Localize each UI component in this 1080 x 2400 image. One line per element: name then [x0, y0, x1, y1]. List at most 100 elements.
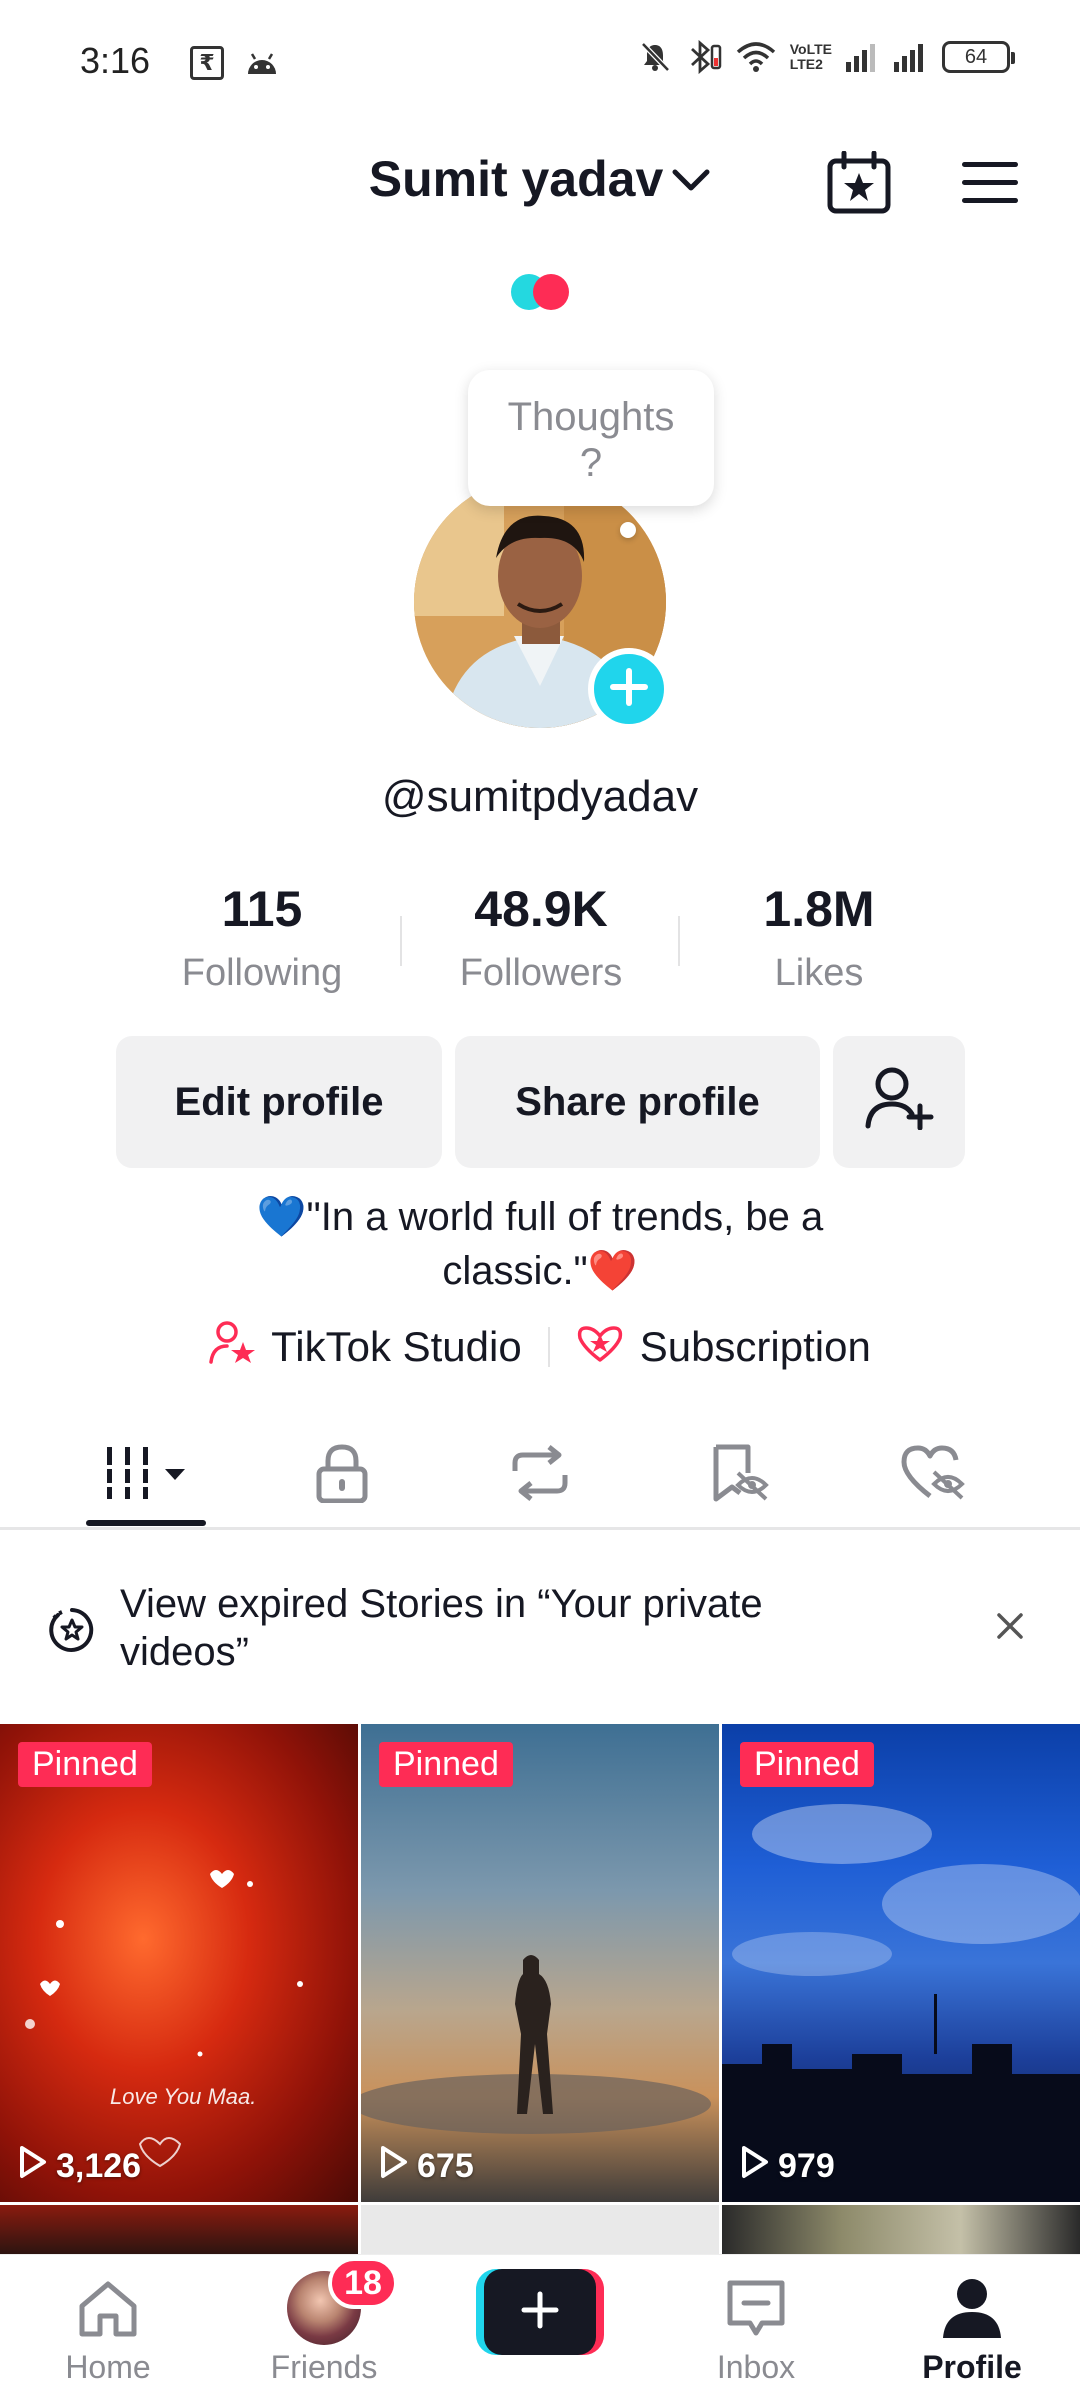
- menu-button[interactable]: [955, 150, 1025, 220]
- profile-bio: 💙"In a world full of trends, be a classi…: [0, 1190, 1080, 1298]
- pinned-badge: Pinned: [740, 1742, 874, 1787]
- lock-icon: [315, 1443, 369, 1508]
- bio-text-2: classic.": [442, 1249, 588, 1293]
- play-icon: [740, 2145, 770, 2188]
- video-thumbnail-partial[interactable]: [0, 2205, 358, 2255]
- video-thumbnail-partial[interactable]: [361, 2205, 719, 2255]
- bio-line-2: classic."❤️: [0, 1244, 1080, 1298]
- red-dot: [533, 274, 569, 310]
- subscription-icon: [576, 1320, 626, 1374]
- calendar-star-button[interactable]: [824, 150, 894, 220]
- edit-profile-button[interactable]: Edit profile: [116, 1036, 442, 1168]
- friends-badge: 18: [328, 2257, 398, 2309]
- add-story-button[interactable]: [588, 648, 670, 730]
- thumbnail-art: [361, 1955, 711, 2134]
- stat-value: 115: [221, 881, 303, 937]
- header-username: Sumit yadav: [368, 151, 664, 207]
- tab-saved[interactable]: [664, 1420, 814, 1530]
- stat-divider: [678, 916, 680, 966]
- profile-tabs: [0, 1420, 1080, 1530]
- video-grid: Love You Maa. Pinned 3,126 Pinned 675 Pi…: [0, 1724, 1080, 2255]
- profile-links: TikTok Studio Subscription: [0, 1320, 1080, 1374]
- bio-text-1: "In a world full of trends, be a: [306, 1195, 824, 1239]
- liked-icon: [900, 1444, 966, 1507]
- volte-label: VoLTE: [789, 41, 832, 57]
- wifi-icon: [736, 40, 776, 74]
- stat-following[interactable]: 115 Following: [142, 880, 382, 995]
- profile-icon: [864, 2273, 1080, 2343]
- signal-1-icon: [846, 42, 880, 72]
- stat-likes[interactable]: 1.8M Likes: [699, 880, 939, 995]
- play-icon: [18, 2145, 48, 2188]
- volte-indicator: VoLTE LTE2: [790, 42, 832, 72]
- video-thumbnail[interactable]: Pinned 979: [722, 1724, 1080, 2202]
- view-count: 3,126: [18, 2145, 141, 2188]
- bottom-nav: Home 18 Friends Inbox Profile: [0, 2254, 1080, 2400]
- thought-text-line1: Thoughts: [507, 395, 675, 439]
- thought-text-line2: ?: [579, 441, 603, 485]
- thought-bubble-tail: [620, 522, 636, 538]
- expired-stories-banner[interactable]: View expired Stories in “Your private vi…: [0, 1536, 1080, 1724]
- create-button[interactable]: [476, 2269, 604, 2355]
- red-heart-emoji: ❤️: [587, 1249, 638, 1293]
- close-banner-button[interactable]: [988, 1606, 1032, 1650]
- calendar-star-icon: [826, 150, 892, 220]
- view-count-value: 3,126: [56, 2147, 142, 2185]
- stat-label: Followers: [459, 952, 623, 994]
- lte-label: LTE2: [789, 56, 823, 72]
- profile-switcher[interactable]: Sumit yadav: [0, 150, 1080, 208]
- close-icon: [995, 1611, 1025, 1646]
- add-friends-button[interactable]: [833, 1036, 965, 1168]
- status-icons: VoLTE LTE2 64: [638, 40, 1015, 74]
- view-count: 979: [740, 2145, 835, 2188]
- add-user-icon: [864, 1064, 934, 1140]
- plus-icon: [607, 665, 651, 714]
- inbox-icon: [648, 2273, 864, 2343]
- stat-value: 1.8M: [763, 881, 875, 937]
- saved-icon: [708, 1443, 770, 1508]
- tiktok-studio-label: TikTok Studio: [271, 1323, 522, 1370]
- home-icon: [0, 2273, 216, 2343]
- nav-inbox[interactable]: Inbox: [648, 2255, 864, 2400]
- thumbnail-art: [722, 1804, 1080, 2202]
- tab-private[interactable]: [267, 1420, 417, 1530]
- video-thumbnail-partial[interactable]: [722, 2205, 1080, 2255]
- thumbnail-art: [25, 1870, 303, 2168]
- story-icon: [48, 1606, 96, 1659]
- play-icon: [379, 2145, 409, 2188]
- pinned-badge: Pinned: [379, 1742, 513, 1787]
- nav-home[interactable]: Home: [0, 2255, 216, 2400]
- stat-label: Likes: [774, 952, 864, 994]
- tiktok-dots-icon: [511, 274, 573, 312]
- stat-label: Following: [181, 952, 343, 994]
- mute-icon: [638, 40, 672, 74]
- thought-bubble[interactable]: Thoughts ?: [468, 370, 714, 506]
- share-profile-button[interactable]: Share profile: [455, 1036, 820, 1168]
- video-thumbnail[interactable]: Pinned 675: [361, 1724, 719, 2202]
- videos-grid-icon: [101, 1443, 191, 1508]
- chevron-down-icon: [671, 150, 711, 208]
- view-count: 675: [379, 2145, 474, 2188]
- tiktok-studio-link[interactable]: TikTok Studio: [183, 1320, 548, 1374]
- nav-friends-label: Friends: [270, 2349, 378, 2385]
- status-bar: 3:16 ₹ VoLTE LTE2 64: [0, 0, 1080, 120]
- nav-friends[interactable]: 18 Friends: [216, 2255, 432, 2400]
- stat-followers[interactable]: 48.9K Followers: [421, 880, 661, 995]
- profile-handle: @sumitpdyadav: [381, 772, 699, 821]
- tab-reposts[interactable]: [465, 1420, 615, 1530]
- active-tab-indicator: [86, 1520, 206, 1526]
- tab-videos[interactable]: [71, 1420, 221, 1530]
- create-button-body: [484, 2269, 596, 2355]
- studio-icon: [209, 1320, 257, 1374]
- view-count-value: 675: [417, 2147, 474, 2185]
- stats-row: 115 Following 48.9K Followers 1.8M Likes: [0, 880, 1080, 1010]
- blue-heart-emoji: 💙: [256, 1195, 307, 1239]
- repost-icon: [507, 1443, 573, 1508]
- video-thumbnail[interactable]: Love You Maa. Pinned 3,126: [0, 1724, 358, 2202]
- subscription-link[interactable]: Subscription: [550, 1320, 897, 1374]
- nav-home-label: Home: [65, 2349, 151, 2385]
- view-count-value: 979: [778, 2147, 835, 2185]
- nav-profile[interactable]: Profile: [864, 2255, 1080, 2400]
- pinned-badge: Pinned: [18, 1742, 152, 1787]
- tab-liked[interactable]: [858, 1420, 1008, 1530]
